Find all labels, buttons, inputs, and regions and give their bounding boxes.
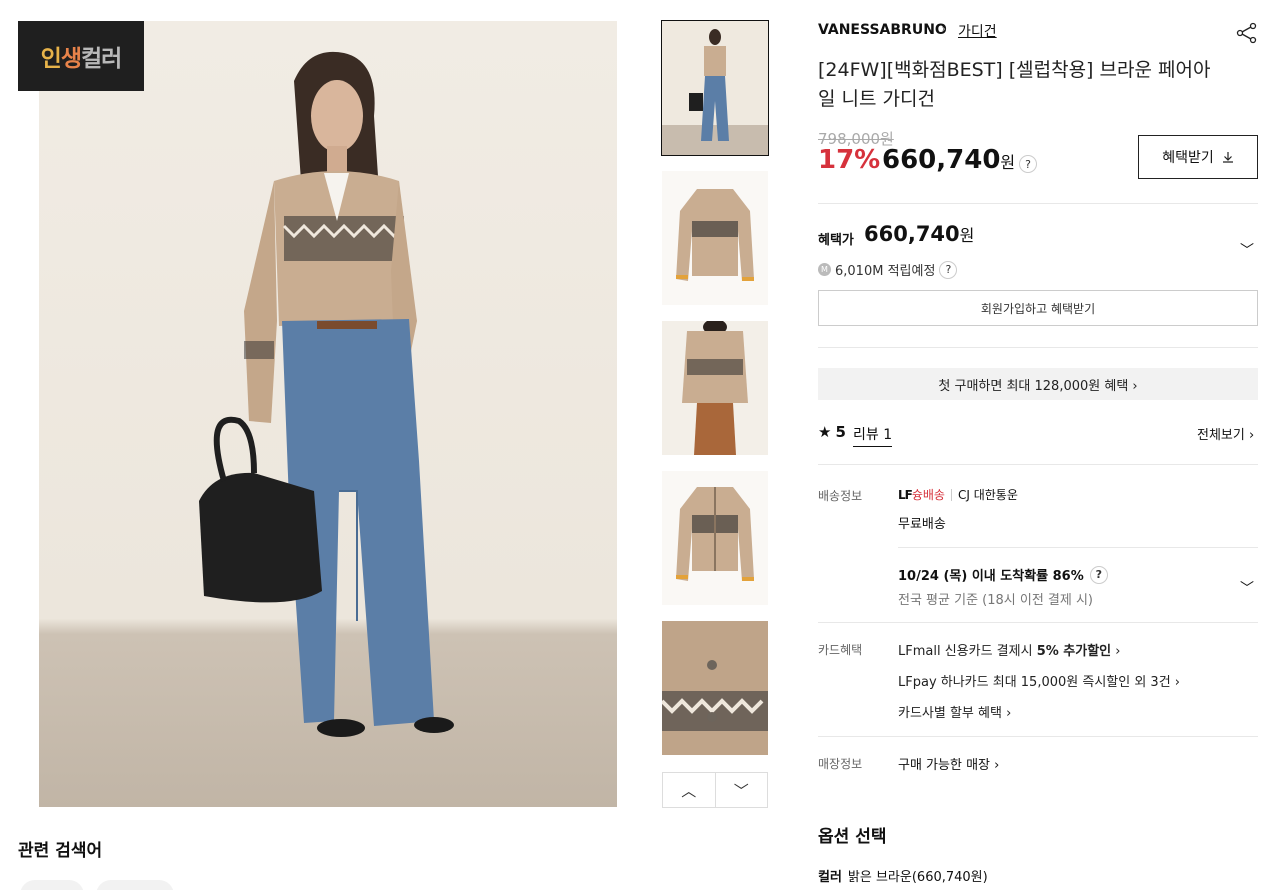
thumbnail-knit-closeup <box>662 621 768 755</box>
option-section-title: 옵션 선택 <box>818 827 887 847</box>
first-purchase-banner[interactable]: 첫 구매하면 최대 128,000원 혜택 › <box>818 368 1258 400</box>
color-option[interactable]: 컬러 밝은 브라운(660,740원) <box>818 866 988 885</box>
discount-rate: 17% <box>818 145 881 175</box>
divider <box>818 622 1258 623</box>
thumbnail-5[interactable] <box>662 621 768 755</box>
category-link[interactable]: 가디건 <box>958 21 997 41</box>
thumbnail-nav: ︿ ﹀ <box>662 772 768 808</box>
point-info: M 6,010M 적립예정 ? <box>818 260 958 279</box>
product-title: [24FW][백화점BEST] [셀럽착용] 브라운 페어아일 니트 가디건 <box>818 59 1211 110</box>
thumbnail-2[interactable] <box>662 171 768 305</box>
divider <box>818 203 1258 204</box>
price-help-icon[interactable]: ? <box>1019 155 1037 173</box>
related-chip[interactable] <box>20 880 84 890</box>
store-info-label: 매장정보 <box>818 757 863 771</box>
breadcrumb-separator-icon: › <box>941 22 947 37</box>
chevron-up-icon[interactable]: ︿ <box>663 773 715 807</box>
view-all-reviews-link[interactable]: 전체보기 › <box>1197 424 1254 443</box>
shipping-label: 배송정보 <box>818 489 863 503</box>
thumbnail-4[interactable] <box>662 471 768 605</box>
card-benefit-lfmall[interactable]: LFmall 신용카드 결제시 5% 추가할인 › <box>898 640 1120 659</box>
rating: ★ 5 <box>818 423 846 441</box>
divider <box>818 736 1258 737</box>
related-search-title: 관련 검색어 <box>18 841 103 861</box>
star-icon: ★ <box>818 423 832 441</box>
get-benefit-button[interactable]: 혜택받기 <box>1138 135 1258 179</box>
points-help-icon[interactable]: ? <box>939 260 958 279</box>
thumbnail-model-back <box>662 321 768 455</box>
brand-link[interactable]: VANESSABRUNO <box>818 22 947 38</box>
card-benefit-label: 카드혜택 <box>818 643 863 657</box>
join-benefit-button[interactable]: 회원가입하고 혜택받기 <box>818 290 1258 326</box>
benefit-price: 660,740원 <box>864 222 975 246</box>
separator <box>950 488 952 501</box>
benefit-price-label: 혜택가 <box>818 233 854 248</box>
thumbnail-1[interactable] <box>661 20 769 156</box>
shipping-fee: 무료배송 <box>898 517 946 532</box>
card-installment-link[interactable]: 카드사별 할부 혜택 › <box>898 702 1011 721</box>
sale-price: 660,740원 <box>882 145 1016 175</box>
thumbnail-model-full <box>662 21 768 155</box>
main-product-image[interactable] <box>39 21 617 807</box>
color-badge: 인 생 컬러 <box>18 21 144 91</box>
arrival-estimate: 10/24 (목) 이내 도착확률 86% ? <box>898 565 1108 584</box>
thumbnail-3[interactable] <box>662 321 768 455</box>
divider <box>898 547 1258 548</box>
review-link[interactable]: 리뷰 1 <box>853 424 893 447</box>
chevron-down-icon[interactable]: ﹀ <box>714 773 768 807</box>
store-link[interactable]: 구매 가능한 매장 › <box>898 754 999 773</box>
shipping-carrier: LF슝배송 CJ 대한통운 <box>898 488 1018 502</box>
model-illustration <box>199 51 454 737</box>
arrival-note: 전국 평균 기준 (18시 이전 결제 시) <box>898 593 1093 608</box>
share-icon[interactable] <box>1236 22 1258 44</box>
thumbnail-cardigan-open <box>662 471 768 605</box>
divider <box>818 464 1258 465</box>
lf-delivery-logo: LF슝배송 <box>898 488 945 502</box>
arrival-help-icon[interactable]: ? <box>1089 565 1108 584</box>
chevron-down-icon[interactable]: ﹀ <box>1240 240 1254 260</box>
card-benefit-lfpay[interactable]: LFpay 하나카드 최대 15,000원 즉시할인 외 3건 › <box>898 671 1180 690</box>
related-chip[interactable] <box>96 880 174 890</box>
mileage-icon: M <box>818 263 831 276</box>
chevron-down-icon[interactable]: ﹀ <box>1240 578 1254 598</box>
thumbnail-cardigan-front <box>662 171 768 305</box>
divider <box>818 347 1258 348</box>
download-icon <box>1222 152 1233 163</box>
